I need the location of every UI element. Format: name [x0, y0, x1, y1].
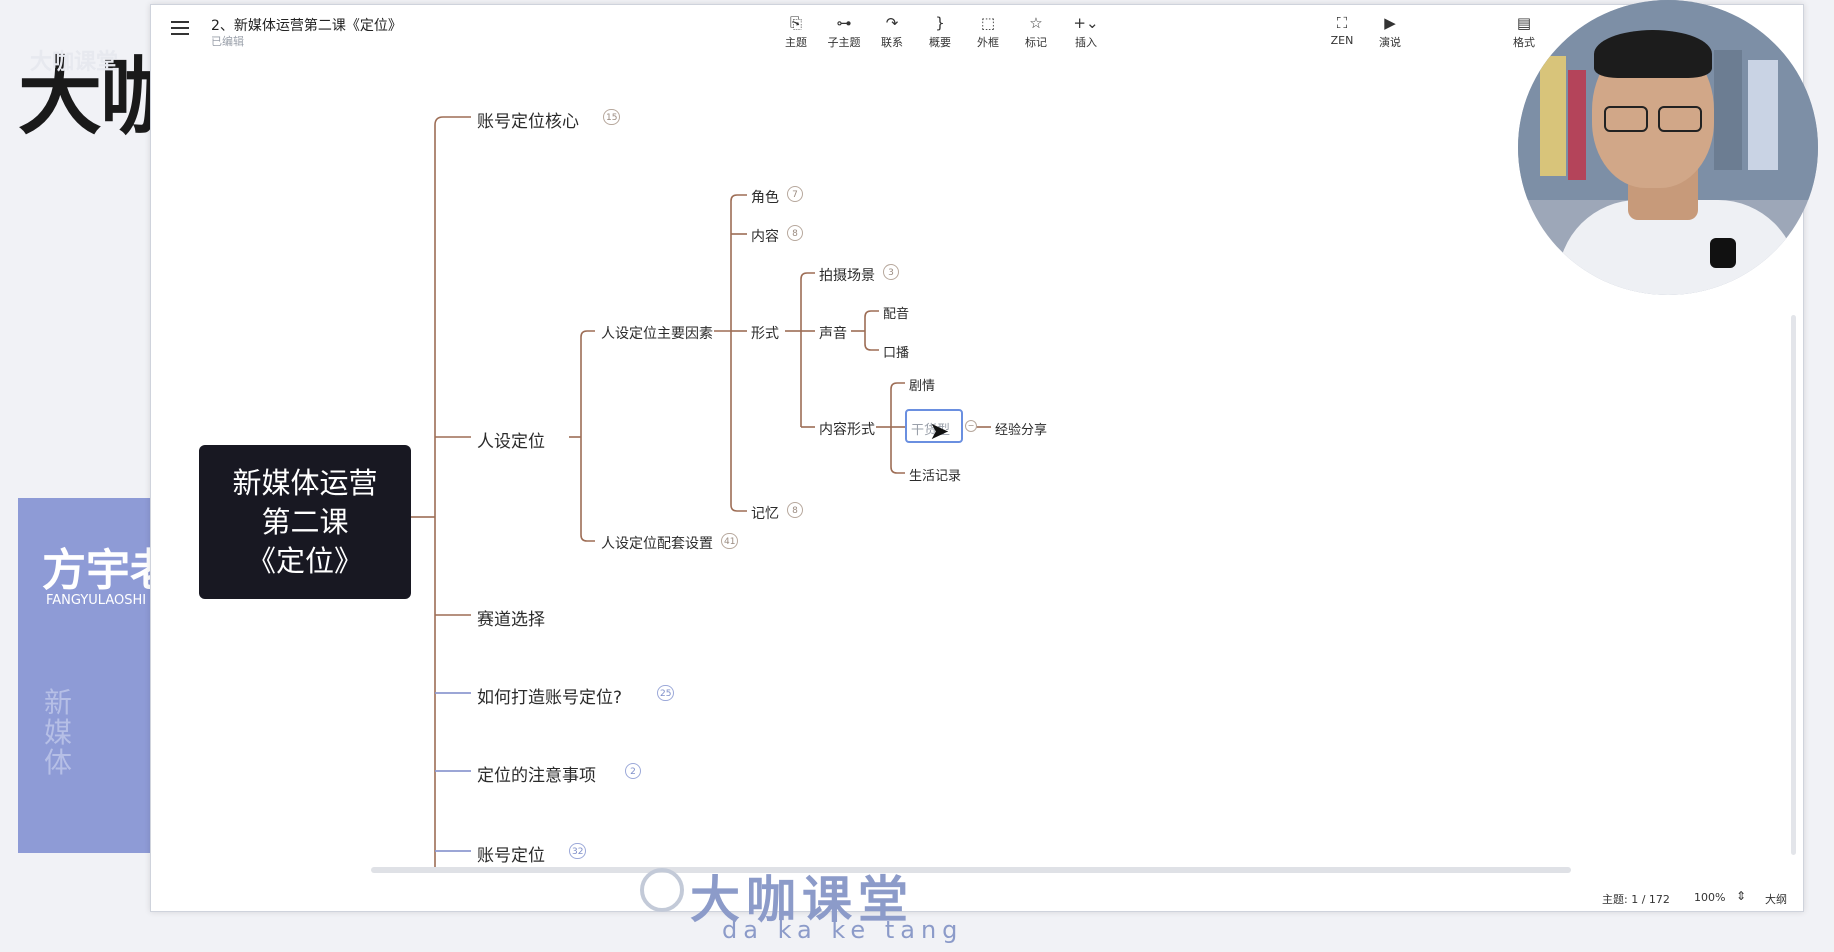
root-topic[interactable]: 新媒体运营 第二课 《定位》: [199, 445, 411, 599]
cam-microphone: [1710, 238, 1736, 268]
root-line-1: 新媒体运营: [232, 465, 378, 500]
cam-book: [1714, 50, 1742, 170]
topic-drama[interactable]: 剧情: [909, 375, 935, 394]
topic-how-build[interactable]: 如何打造账号定位?: [477, 683, 622, 708]
watermark: 大咖课堂 da ka ke tang: [640, 860, 960, 952]
mouse-cursor-icon: ➤: [929, 417, 950, 445]
zoom-stepper-icon[interactable]: ⇕: [1736, 889, 1746, 903]
watermark-sub: da ka ke tang: [722, 916, 964, 944]
bg-panel-faint: 新媒体: [44, 686, 73, 779]
topic-content[interactable]: 内容: [751, 226, 779, 246]
topic-life[interactable]: 生活记录: [909, 465, 961, 484]
horizontal-scrollbar[interactable]: [371, 867, 1571, 873]
topic-sound[interactable]: 声音: [819, 323, 847, 343]
cam-hair: [1594, 30, 1712, 78]
collapse-toggle-icon[interactable]: −: [965, 420, 977, 432]
topic-role[interactable]: 角色: [751, 187, 779, 207]
topic-notes[interactable]: 定位的注意事项: [477, 761, 596, 786]
topic-memory[interactable]: 记忆: [751, 503, 779, 523]
topic-content-form[interactable]: 内容形式: [819, 419, 875, 439]
watermark-logo-icon: [640, 868, 684, 912]
topic-account-core[interactable]: 账号定位核心: [477, 107, 579, 132]
zoom-level[interactable]: 100%: [1694, 891, 1725, 904]
topic-count: 主题: 1 / 172: [1602, 893, 1670, 906]
collapsed-count-badge[interactable]: 2: [625, 763, 641, 779]
collapsed-count-badge[interactable]: 8: [787, 502, 803, 518]
topic-form[interactable]: 形式: [751, 323, 779, 343]
collapsed-count-badge[interactable]: 8: [787, 225, 803, 241]
bg-brand-small: 大咖课堂: [30, 50, 119, 75]
cam-book: [1568, 70, 1586, 180]
topic-persona-matching[interactable]: 人设定位配套设置: [601, 533, 713, 553]
bg-teacher-panel: 方宇老师 FANGYULAOSHI 新媒体: [18, 498, 218, 853]
status-bar: 主题: 1 / 172 100% ⇕ 大纲: [151, 885, 1803, 911]
collapsed-count-badge[interactable]: 7: [787, 186, 803, 202]
outline-button[interactable]: 大纲: [1765, 891, 1787, 907]
cam-book: [1748, 60, 1778, 170]
topic-oral[interactable]: 口播: [883, 342, 909, 361]
topic-persona[interactable]: 人设定位: [477, 427, 545, 452]
webcam-overlay: [1518, 0, 1818, 295]
root-line-2: 第二课: [261, 504, 349, 539]
cam-glasses: [1658, 106, 1702, 132]
collapsed-count-badge[interactable]: 3: [883, 264, 899, 280]
bg-teacher-sub: FANGYULAOSHI: [46, 593, 147, 608]
cam-book: [1540, 56, 1566, 176]
cam-glasses: [1604, 106, 1648, 132]
vertical-scrollbar[interactable]: [1791, 315, 1796, 855]
topic-dub[interactable]: 配音: [883, 303, 909, 322]
topic-experience[interactable]: 经验分享: [995, 419, 1047, 438]
topic-scene[interactable]: 拍摄场景: [819, 265, 875, 285]
topic-persona-factors[interactable]: 人设定位主要因素: [601, 323, 713, 343]
topic-account[interactable]: 账号定位: [477, 841, 545, 866]
root-line-3: 《定位》: [246, 543, 363, 578]
topic-track[interactable]: 赛道选择: [477, 605, 545, 630]
